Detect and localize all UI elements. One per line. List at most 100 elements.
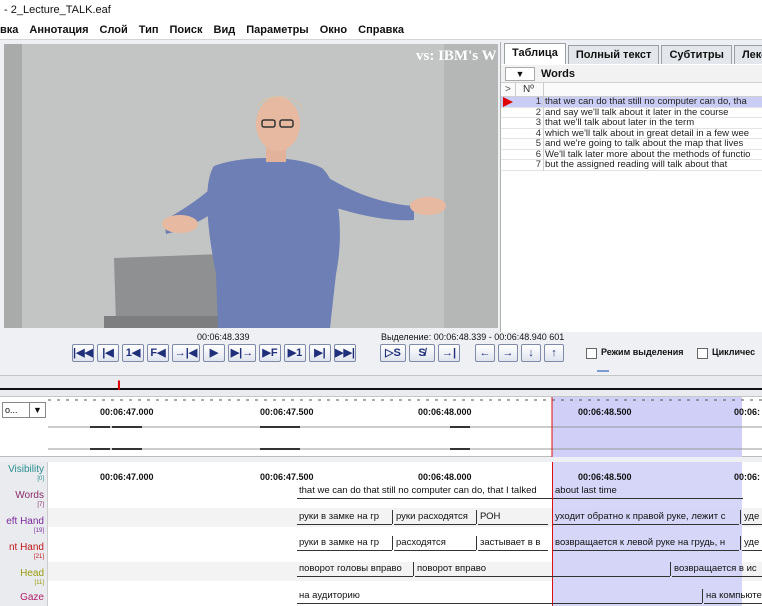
annotation-boundary [740, 536, 741, 550]
previous-pixel-button[interactable]: →|◀ [172, 344, 200, 362]
waveform-graphic [48, 397, 762, 457]
table-column-header: > Nº [501, 83, 762, 97]
table-row[interactable]: 3 that we'll talk about later in the ter… [501, 118, 762, 129]
annotation-right-hand[interactable]: возвращается к левой руке на грудь, н [553, 536, 739, 551]
selection-mode-label: Режим выделения [601, 347, 684, 357]
tab-table[interactable]: Таблица [504, 43, 566, 64]
table-tier-selector: ▼ Words [501, 65, 762, 83]
annotation-left-hand[interactable]: РОН [478, 510, 548, 525]
tier-label-words[interactable]: Words [0, 490, 48, 501]
tab-full-text[interactable]: Полный текст [567, 45, 660, 64]
go-to-end-button[interactable]: ▶▶| [334, 344, 356, 362]
loop-mode-label: Цикличес [712, 347, 756, 357]
tier-label-head[interactable]: Head [0, 568, 48, 579]
menu-type[interactable]: Тип [139, 24, 159, 36]
next-scroll-button[interactable]: ▶| [309, 344, 331, 362]
previous-second-button[interactable]: 1◀ [122, 344, 144, 362]
clear-selection-button[interactable]: S̸ [409, 344, 435, 362]
tier-count: [11] [34, 580, 44, 586]
table-row[interactable]: 5 and we're going to talk about the map … [501, 139, 762, 150]
row-text: and say we'll talk about it later in the… [545, 106, 729, 118]
next-second-button[interactable]: ▶1 [284, 344, 306, 362]
play-button[interactable]: ▶ [203, 344, 225, 362]
annotation-words[interactable]: that we can do that still no computer ca… [297, 484, 552, 499]
timeline-viewer[interactable]: 00:06:47.000 00:06:47.500 00:06:48.000 0… [0, 462, 762, 606]
row-text: that we can do that still no computer ca… [545, 96, 747, 107]
tier-label-visibility[interactable]: Visibility [0, 464, 48, 475]
annotation-table-panel: Таблица Полный текст Субтитры Лексик ▼ W… [500, 42, 762, 332]
annotation-boundary [670, 562, 671, 576]
selection-boundary-button[interactable]: →| [438, 344, 460, 362]
annotation-right-hand[interactable]: руки в замке на гр [297, 536, 392, 551]
elan-window: - 2_Lecture_TALK.eaf вка Аннотация Слой … [0, 0, 762, 606]
row-divider [543, 107, 544, 119]
row-text: but the assigned reading will talk about… [545, 159, 728, 170]
row-number: 4 [535, 127, 541, 139]
loop-mode-checkbox[interactable] [697, 348, 708, 359]
table-row[interactable]: 1 that we can do that still no computer … [501, 97, 762, 108]
annotation-boundary [476, 510, 477, 524]
waveform-viewer[interactable]: о... ▼ 00:06:47.000 00:06:47.500 00:06:4… [0, 397, 762, 457]
col-divider [543, 83, 544, 97]
row-number: 6 [535, 148, 541, 160]
tier-dropdown-arrow-icon[interactable]: ▼ [505, 67, 535, 81]
annotation-head[interactable]: поворот головы вправо [297, 562, 413, 577]
tier-label-gaze[interactable]: Gaze [0, 592, 48, 603]
menu-bar: вка Аннотация Слой Тип Поиск Вид Парамет… [0, 20, 762, 40]
menu-options[interactable]: Параметры [246, 24, 308, 36]
annotation-boundary [740, 510, 741, 524]
annotation-words[interactable]: about last time [553, 484, 743, 499]
table-tier-name: Words [541, 68, 576, 80]
tab-lexicon[interactable]: Лексик [733, 45, 762, 64]
annotation-gaze[interactable]: на компьюте [704, 589, 762, 604]
previous-annotation-button[interactable]: ← [475, 344, 495, 362]
next-pixel-button[interactable]: ▶|→ [228, 344, 256, 362]
splitter-handle[interactable] [597, 370, 609, 372]
video-frame-illustration [4, 44, 498, 328]
selection-mode-checkbox[interactable] [586, 348, 597, 359]
table-row[interactable]: 7 but the assigned reading will talk abo… [501, 160, 762, 171]
menu-edit[interactable]: вка [0, 24, 18, 36]
annotation-head[interactable]: поворот вправо [415, 562, 670, 577]
annotation-left-hand[interactable]: руки расходятся [394, 510, 476, 525]
tier-count: [21] [33, 554, 44, 560]
row-number: 2 [535, 106, 541, 118]
menu-tier[interactable]: Слой [100, 24, 128, 36]
annotation-left-hand[interactable]: уходит обратно к правой руке, лежит с [553, 510, 739, 525]
crosshair-cursor-icon: I [117, 377, 121, 393]
previous-frame-button[interactable]: F◀ [147, 344, 169, 362]
tab-subtitles[interactable]: Субтитры [661, 45, 732, 64]
row-text: We'll talk later more about the methods … [545, 148, 751, 160]
menu-help[interactable]: Справка [358, 24, 404, 36]
row-number: 3 [535, 117, 541, 128]
annotation-left-hand[interactable]: руки в замке на гр [297, 510, 392, 525]
menu-window[interactable]: Окно [320, 24, 347, 36]
next-annotation-button[interactable]: → [498, 344, 518, 362]
annotation-left-hand[interactable]: уде [742, 510, 762, 525]
ruler-line [0, 388, 762, 390]
row-divider [543, 118, 544, 129]
go-to-begin-button[interactable]: |◀◀ [72, 344, 94, 362]
menu-view[interactable]: Вид [214, 24, 236, 36]
annotation-right-hand[interactable]: расходятся [394, 536, 476, 551]
video-viewer[interactable]: vs: IBM's W [4, 44, 498, 328]
tier-label-left-hand[interactable]: eft Hand [0, 516, 48, 527]
time-ruler-strip[interactable]: I [0, 375, 762, 397]
annotation-head[interactable]: возвращается в ис [672, 562, 762, 577]
annotation-right-hand[interactable]: застывает в в [478, 536, 548, 551]
row-divider [543, 128, 544, 140]
annotation-gaze[interactable]: на аудиторию [297, 589, 702, 604]
previous-scroll-button[interactable]: |◀ [97, 344, 119, 362]
next-frame-button[interactable]: ▶F [259, 344, 281, 362]
menu-annotation[interactable]: Аннотация [29, 24, 88, 36]
annotation-below-button[interactable]: ↓ [521, 344, 541, 362]
current-time: 00:06:48.339 [197, 332, 250, 342]
annotation-above-button[interactable]: ↑ [544, 344, 564, 362]
tier-label-right-hand[interactable]: nt Hand [0, 542, 48, 553]
annotation-right-hand[interactable]: уде [742, 536, 762, 551]
row-number: 7 [535, 159, 541, 170]
menu-search[interactable]: Поиск [170, 24, 203, 36]
play-selection-button[interactable]: ▷S [380, 344, 406, 362]
timeline-time-label: 00:06:47.000 [100, 472, 154, 482]
timeline-time-label: 00:06:48.000 [418, 472, 472, 482]
